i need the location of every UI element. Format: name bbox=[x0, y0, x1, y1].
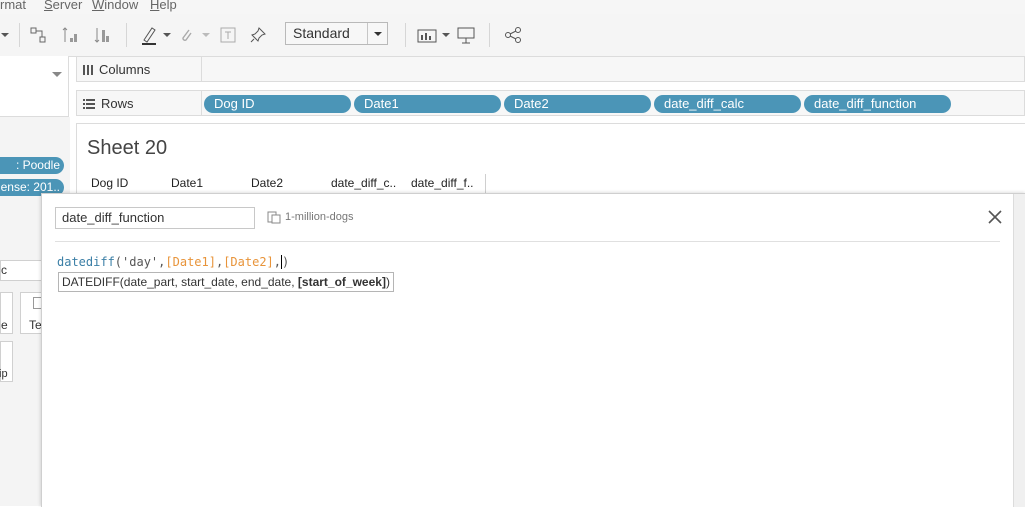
dialog-divider bbox=[55, 241, 1000, 242]
menu-help[interactable]: Help bbox=[150, 0, 177, 12]
menu-format[interactable]: rmat bbox=[0, 0, 26, 12]
marks-card-label: e bbox=[1, 318, 8, 332]
menu-server[interactable]: Server bbox=[44, 0, 82, 12]
shelf-divider bbox=[201, 57, 202, 81]
formula-field-date2: [Date2] bbox=[223, 255, 274, 269]
text-label-icon[interactable] bbox=[217, 24, 239, 46]
datasource-icon bbox=[267, 211, 281, 224]
dialog-right-edge bbox=[1013, 194, 1025, 507]
show-me-dropdown-icon[interactable] bbox=[435, 24, 457, 46]
tooltip-optional-argument: [start_of_week] bbox=[297, 275, 386, 289]
column-header-date2[interactable]: Date2 bbox=[251, 176, 283, 190]
column-header-dog-id[interactable]: Dog ID bbox=[91, 176, 128, 190]
rows-label-text: Rows bbox=[101, 96, 134, 111]
column-divider bbox=[485, 174, 486, 194]
text-mark-label: Te bbox=[29, 318, 42, 332]
worksheet-view: Sheet 20 Dog ID Date1 Date2 date_diff_c.… bbox=[76, 123, 1025, 204]
formula-close-paren: ) bbox=[281, 255, 290, 269]
sort-ascending-icon[interactable] bbox=[60, 24, 82, 46]
share-icon[interactable] bbox=[502, 24, 524, 46]
toolbar-separator bbox=[405, 23, 406, 47]
column-header-date-diff-calc[interactable]: date_diff_c.. bbox=[331, 176, 396, 190]
formula-function: datediff bbox=[57, 255, 115, 269]
rows-icon bbox=[83, 98, 95, 109]
datasource-name: 1-million-dogs bbox=[285, 211, 354, 223]
row-pill-date-diff-function[interactable]: date_diff_function bbox=[804, 95, 951, 113]
row-pill-date2[interactable]: Date2 bbox=[504, 95, 651, 113]
chevron-down-icon[interactable] bbox=[52, 66, 62, 81]
datasource-label: 1-million-dogs bbox=[267, 210, 353, 224]
tooltip-signature-suffix: ) bbox=[385, 275, 390, 289]
function-signature-tooltip: DATEDIFF(date_part, start_date, end_date… bbox=[58, 272, 394, 292]
view-size-select[interactable]: Standard bbox=[285, 22, 388, 45]
row-pill-date-diff-calc[interactable]: date_diff_calc bbox=[654, 95, 801, 113]
toolbar-separator bbox=[19, 23, 20, 47]
rows-shelf[interactable]: Rows Dog ID Date1 Date2 date_diff_calc d… bbox=[76, 90, 1025, 116]
toolbar-separator bbox=[126, 23, 127, 47]
view-size-value: Standard bbox=[293, 25, 350, 41]
filter-pill-poodle[interactable]: : Poodle bbox=[0, 157, 64, 174]
sheet-title: Sheet 20 bbox=[87, 137, 168, 159]
toolbar-separator bbox=[489, 23, 490, 47]
group-members-icon[interactable] bbox=[27, 24, 49, 46]
marks-card-fragment[interactable]: e bbox=[0, 292, 13, 334]
sort-descending-icon[interactable] bbox=[92, 24, 114, 46]
toolbar: Standard bbox=[0, 14, 1025, 57]
columns-shelf[interactable]: Columns bbox=[76, 56, 1025, 82]
column-header-date1[interactable]: Date1 bbox=[171, 176, 203, 190]
column-header-date-diff-function[interactable]: date_diff_f.. bbox=[411, 176, 474, 190]
menu-bar: rmat Server Window Help bbox=[0, 0, 1025, 14]
calculation-editor: date_diff_function 1-million-dogs datedi… bbox=[41, 193, 1025, 507]
formula-field-date1: [Date1] bbox=[165, 255, 216, 269]
dropdown-arrow-icon[interactable] bbox=[0, 24, 16, 46]
chevron-down-icon bbox=[367, 23, 387, 44]
tooltip-mark-label: ip bbox=[0, 368, 8, 380]
left-input-text: c bbox=[1, 263, 7, 277]
formula-separator: , bbox=[273, 255, 282, 269]
left-input-fragment[interactable]: c bbox=[0, 260, 42, 281]
formula-editor[interactable]: datediff('day',[Date1],[Date2],) bbox=[57, 255, 290, 269]
paperclip-dropdown-icon[interactable] bbox=[195, 24, 217, 46]
tooltip-mark-card[interactable]: ip bbox=[0, 341, 13, 382]
pin-icon[interactable] bbox=[247, 24, 269, 46]
row-pill-date1[interactable]: Date1 bbox=[354, 95, 501, 113]
row-pill-dog-id[interactable]: Dog ID bbox=[204, 95, 351, 113]
columns-icon bbox=[83, 65, 93, 75]
close-icon[interactable] bbox=[987, 209, 1003, 225]
text-mark-card[interactable]: Te bbox=[20, 292, 45, 334]
menu-window[interactable]: Window bbox=[92, 0, 138, 12]
formula-arg-date-part: 'day' bbox=[122, 255, 159, 269]
calculation-name-input[interactable]: date_diff_function bbox=[55, 207, 255, 229]
columns-label-text: Columns bbox=[99, 62, 151, 77]
columns-shelf-label: Columns bbox=[83, 62, 150, 77]
shelf-divider bbox=[201, 91, 202, 115]
tooltip-signature-prefix: DATEDIFF(date_part, start_date, end_date… bbox=[62, 275, 298, 289]
rows-shelf-label: Rows bbox=[83, 96, 134, 111]
left-pane-header bbox=[0, 56, 69, 117]
paperclip-icon[interactable] bbox=[175, 24, 197, 46]
formula-open-paren: ( bbox=[114, 255, 123, 269]
presentation-mode-icon[interactable] bbox=[455, 24, 477, 46]
